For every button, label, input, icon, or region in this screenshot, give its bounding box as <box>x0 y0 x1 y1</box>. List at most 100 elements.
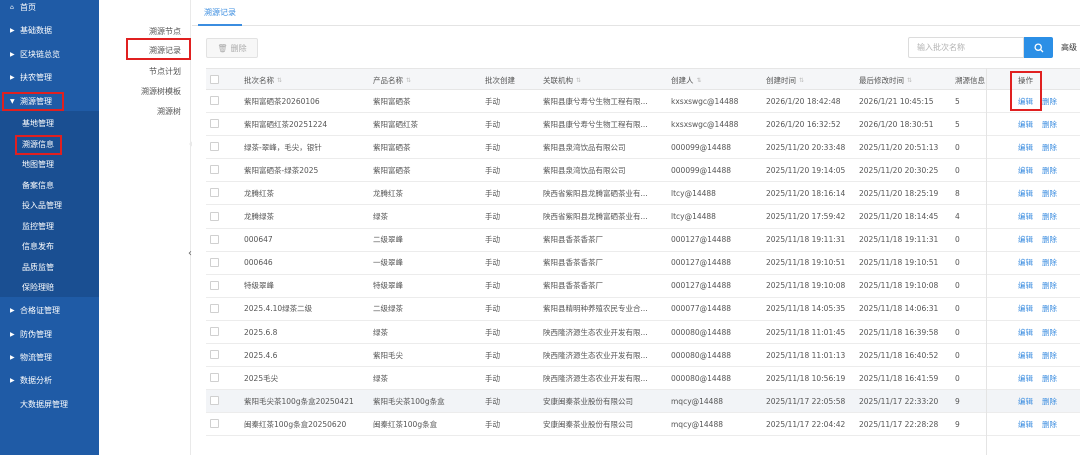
col-product-name[interactable]: 产品名称 ⇅ <box>373 69 411 91</box>
nav-sub-filing[interactable]: 备案信息 <box>0 175 99 195</box>
table-row[interactable]: 紫阳毛尖茶100g条盒20250421 紫阳毛尖茶100g条盒 手动 安康闽秦茶业股份… <box>206 390 1080 414</box>
edit-link[interactable]: 编辑 <box>1018 350 1033 361</box>
edit-link[interactable]: 编辑 <box>1018 396 1033 407</box>
table-row[interactable]: 000647 二级翠峰 手动 紫阳县香茶香茶厂 000127@14488 2025/11/… <box>206 229 1080 252</box>
subnav-trace-record[interactable]: 溯源记录 <box>99 41 191 59</box>
delete-link[interactable]: 删除 <box>1042 142 1057 153</box>
table-row[interactable]: 2025.4.10绿茶二级 二级绿茶 手动 紫阳县精明种养殖农民专业合... 00007… <box>206 298 1080 321</box>
batch-search-input[interactable] <box>908 37 1024 58</box>
delete-link[interactable]: 删除 <box>1042 350 1057 361</box>
edit-link[interactable]: 编辑 <box>1018 373 1033 384</box>
row-checkbox[interactable] <box>210 303 219 313</box>
delete-link[interactable]: 删除 <box>1042 211 1057 222</box>
row-checkbox[interactable] <box>210 373 219 383</box>
row-checkbox[interactable] <box>210 96 219 105</box>
subnav-tree-template[interactable]: 溯源树模板 <box>99 82 191 100</box>
edit-link[interactable]: 编辑 <box>1018 211 1033 222</box>
nav-base-data[interactable]: ▶ 基础数据 <box>0 20 99 40</box>
row-checkbox[interactable] <box>210 188 219 198</box>
nav-sub-publish[interactable]: 信息发布 <box>0 236 99 256</box>
delete-link[interactable]: 删除 <box>1042 188 1057 199</box>
row-checkbox[interactable] <box>210 211 219 221</box>
nav-sub-base[interactable]: 基地管理 <box>0 113 99 133</box>
subnav-trace-node[interactable]: 溯源节点 <box>99 22 191 40</box>
table-row[interactable]: 000646 一级翠峰 手动 紫阳县香茶香茶厂 000127@14488 2025/11/… <box>206 252 1080 275</box>
edit-link[interactable]: 编辑 <box>1018 142 1033 153</box>
delete-link[interactable]: 删除 <box>1042 396 1057 407</box>
nav-home[interactable]: ⌂ 首页 <box>0 0 99 17</box>
table-row[interactable]: 紫阳富硒茶-绿茶2025 紫阳富硒茶 手动 紫阳县泉湾饮品有限公司 000099@144… <box>206 159 1080 183</box>
cell-org: 陕西省紫阳县龙腾富硒茶业有... <box>543 188 648 198</box>
nav-sub-quality[interactable]: 品质监管 <box>0 257 99 277</box>
delete-link[interactable]: 删除 <box>1042 327 1057 338</box>
nav-sub-trace-info[interactable]: 溯源信息 <box>0 134 99 154</box>
nav-sub-map[interactable]: 地图管理 <box>0 154 99 174</box>
row-checkbox[interactable] <box>210 234 219 244</box>
row-checkbox[interactable] <box>210 280 219 290</box>
col-created-at[interactable]: 创建时间 ⇅ <box>766 69 804 91</box>
table-row[interactable]: 绿茶-翠峰，毛尖，银针 紫阳富硒茶 手动 紫阳县泉湾饮品有限公司 000099@1448… <box>206 136 1080 160</box>
row-checkbox[interactable] <box>210 419 219 429</box>
nav-bigscreen[interactable]: 大数据屏管理 <box>0 394 99 414</box>
delete-link[interactable]: 删除 <box>1042 419 1057 430</box>
nav-blockchain[interactable]: ▶ 区块链总览 <box>0 44 99 64</box>
edit-link[interactable]: 编辑 <box>1018 257 1033 268</box>
batch-delete-button[interactable]: 🗑 删除 <box>206 38 258 58</box>
delete-link[interactable]: 删除 <box>1042 165 1057 176</box>
edit-link[interactable]: 编辑 <box>1018 234 1033 245</box>
edit-link[interactable]: 编辑 <box>1018 280 1033 291</box>
col-creator[interactable]: 创建人 ⇅ <box>671 69 702 91</box>
delete-link[interactable]: 删除 <box>1042 234 1057 245</box>
search-button[interactable] <box>1024 37 1053 58</box>
cell-modified-at: 2025/11/18 16:39:58 <box>859 327 939 337</box>
edit-link[interactable]: 编辑 <box>1018 165 1033 176</box>
nav-sub-inputs[interactable]: 投入品管理 <box>0 195 99 215</box>
nav-sub-insurance[interactable]: 保险理赔 <box>0 277 99 297</box>
edit-link[interactable]: 编辑 <box>1018 327 1033 338</box>
table-row[interactable]: 2025.4.6 紫阳毛尖 手动 陕西隆济源生态农业开发有限... 000080@144… <box>206 344 1080 368</box>
table-row[interactable]: 闽秦红茶100g条盒20250620 闽秦红茶100g条盒 手动 安康闽秦茶业股份有限… <box>206 413 1080 437</box>
row-checkbox[interactable] <box>210 396 219 406</box>
table-row[interactable]: 紫阳富硒茶20260106 紫阳富硒茶 手动 紫阳县康兮寿兮生物工程有限... kxsx… <box>206 90 1080 113</box>
nav-farm-support[interactable]: ▶ 扶农管理 <box>0 67 99 87</box>
delete-link[interactable]: 删除 <box>1042 119 1057 130</box>
cell-trace-info: 0 <box>955 304 960 314</box>
nav-analytics[interactable]: ▶ 数据分析 <box>0 370 99 390</box>
delete-link[interactable]: 删除 <box>1042 257 1057 268</box>
table-row[interactable]: 龙腾红茶 龙腾红茶 手动 陕西省紫阳县龙腾富硒茶业有... ltcy@14488 2025… <box>206 182 1080 206</box>
nav-logistics[interactable]: ▶ 物流管理 <box>0 347 99 367</box>
nav-anti-fake[interactable]: ▶ 防伪管理 <box>0 324 99 344</box>
nav-trace-management[interactable]: ▼ 溯源管理 <box>0 91 99 111</box>
tab-trace-record[interactable]: 溯源记录 <box>198 0 242 26</box>
delete-link[interactable]: 删除 <box>1042 96 1057 107</box>
col-modified-at[interactable]: 最后修改时间 ⇅ <box>859 69 912 91</box>
edit-link[interactable]: 编辑 <box>1018 188 1033 199</box>
edit-link[interactable]: 编辑 <box>1018 96 1033 107</box>
select-all-checkbox[interactable] <box>210 75 219 84</box>
row-checkbox[interactable] <box>210 327 219 336</box>
row-checkbox[interactable] <box>210 142 219 152</box>
edit-link[interactable]: 编辑 <box>1018 419 1033 430</box>
edit-link[interactable]: 编辑 <box>1018 119 1033 130</box>
table-row[interactable]: 特级翠峰 特级翠峰 手动 紫阳县香茶香茶厂 000127@14488 2025/11/18… <box>206 275 1080 298</box>
row-checkbox[interactable] <box>210 350 219 360</box>
delete-link[interactable]: 删除 <box>1042 373 1057 384</box>
table-row[interactable]: 2025.6.8 绿茶 手动 陕西隆济源生态农业开发有限... 000080@14488… <box>206 321 1080 344</box>
row-checkbox[interactable] <box>210 257 219 267</box>
subnav-trace-tree[interactable]: 溯源树 <box>99 102 191 120</box>
table-row[interactable]: 2025毛尖 绿茶 手动 陕西隆济源生态农业开发有限... 000080@14488 20… <box>206 367 1080 391</box>
nav-certificate[interactable]: ▶ 合格证管理 <box>0 300 99 320</box>
cell-org: 紫阳县精明种养殖农民专业合... <box>543 304 648 314</box>
advanced-search-link[interactable]: 高级 <box>1061 42 1077 53</box>
row-checkbox[interactable] <box>210 119 219 129</box>
edit-link[interactable]: 编辑 <box>1018 303 1033 314</box>
row-checkbox[interactable] <box>210 165 219 175</box>
nav-sub-monitor[interactable]: 监控管理 <box>0 216 99 236</box>
table-row[interactable]: 龙腾绿茶 绿茶 手动 陕西省紫阳县龙腾富硒茶业有... ltcy@14488 2025/1… <box>206 206 1080 229</box>
col-batch-name[interactable]: 批次名称 ⇅ <box>244 69 282 91</box>
delete-link[interactable]: 删除 <box>1042 303 1057 314</box>
delete-link[interactable]: 删除 <box>1042 280 1057 291</box>
col-org[interactable]: 关联机构 ⇅ <box>543 69 581 91</box>
subnav-node-plan[interactable]: 节点计划 <box>99 62 191 80</box>
table-row[interactable]: 紫阳富硒红茶20251224 紫阳富硒红茶 手动 紫阳县康兮寿兮生物工程有限... kx… <box>206 113 1080 137</box>
